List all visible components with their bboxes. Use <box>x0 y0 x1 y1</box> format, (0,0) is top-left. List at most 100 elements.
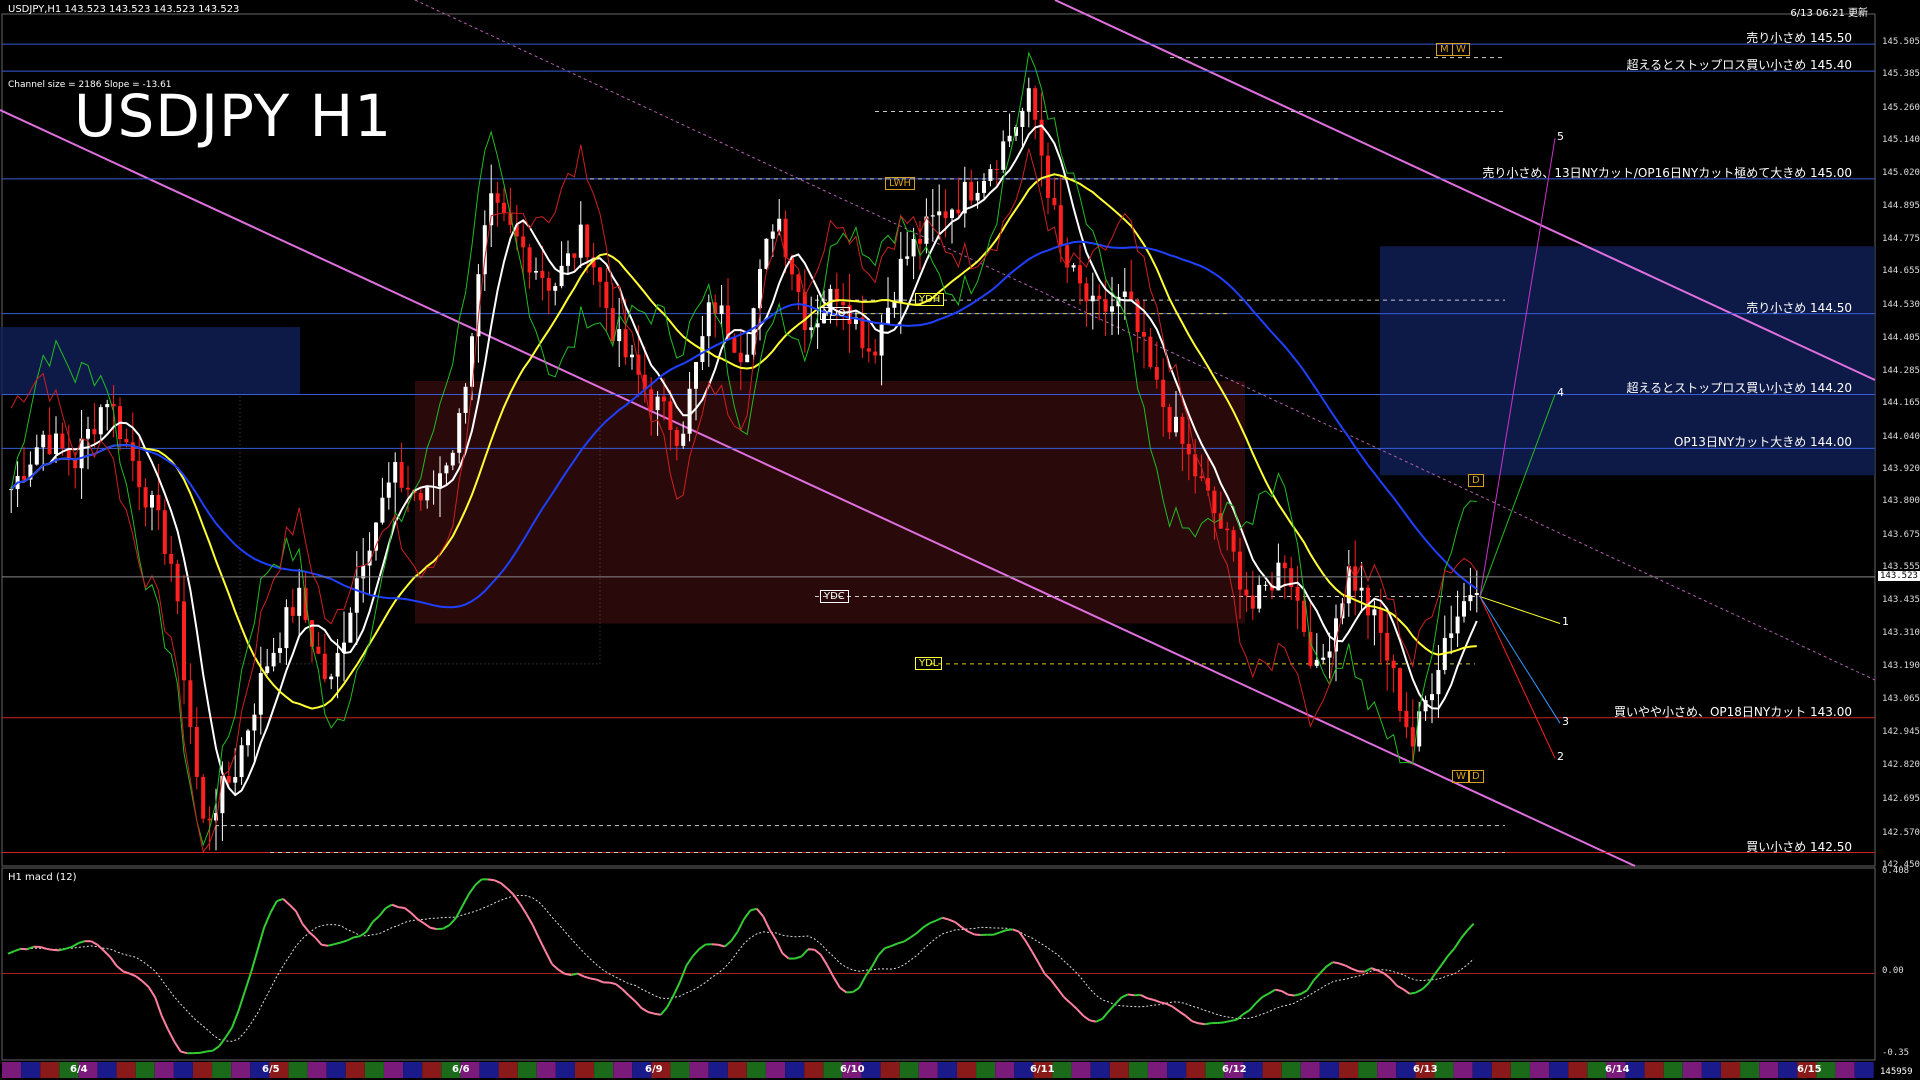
macd-seg-46 <box>295 910 304 925</box>
candle-body-42 <box>278 648 282 653</box>
current-price-tag: 143.523 <box>1878 570 1920 581</box>
macd-seg-171 <box>1095 1017 1103 1023</box>
date-label-4: 6/10 <box>840 1064 865 1075</box>
macd-seg-38 <box>243 971 253 992</box>
date-strip-cell-22 <box>422 1062 442 1078</box>
candle-body-196 <box>1263 584 1268 586</box>
macd-seg-197 <box>1261 992 1270 998</box>
date-strip-cell-89 <box>1701 1062 1721 1078</box>
date-strip-cell-93 <box>1778 1062 1798 1078</box>
candle-body-65 <box>425 487 430 501</box>
date-label-7: 6/13 <box>1413 1064 1438 1075</box>
level-label-6: 買いやや小さめ、OP18日NYカット 143.00 <box>1613 704 1852 719</box>
macd-seg-207 <box>1325 961 1334 968</box>
date-strip-cell-31 <box>594 1062 614 1078</box>
macd-seg-73 <box>467 884 477 895</box>
candle-body-164 <box>1058 205 1063 246</box>
macd-seg-17 <box>109 956 118 967</box>
date-strip-cell-41 <box>785 1062 805 1078</box>
price-tick-20: 143.065 <box>1882 694 1920 705</box>
macd-seg-1 <box>7 950 15 955</box>
candle-body-82 <box>534 271 538 273</box>
macd-seg-130 <box>832 976 841 989</box>
candle-body-106 <box>687 388 692 434</box>
macd-seg-32 <box>206 1049 213 1053</box>
candle-body-205 <box>1321 657 1326 660</box>
macd-seg-119 <box>762 915 771 930</box>
ref-label-2: YDH <box>915 293 945 307</box>
macd-seg-60 <box>385 903 393 910</box>
macd-seg-99 <box>634 1000 643 1009</box>
macd-seg-202 <box>1294 993 1302 997</box>
candle-body-18 <box>124 439 129 443</box>
candle-body-8 <box>60 433 65 449</box>
candle-body-80 <box>521 236 526 248</box>
macd-seg-165 <box>1056 988 1065 998</box>
date-strip-cell-12 <box>231 1062 251 1078</box>
macd-seg-176 <box>1127 993 1135 997</box>
candle-body-134 <box>866 348 871 352</box>
candle-body-35 <box>233 777 238 783</box>
candle-body-217 <box>1398 668 1402 711</box>
macd-seg-97 <box>621 988 630 997</box>
candle-body-93 <box>604 281 609 309</box>
candle-body-179 <box>1154 367 1159 380</box>
macd-seg-55 <box>353 935 361 939</box>
date-strip-cell-2 <box>40 1062 60 1078</box>
macd-seg-124 <box>794 955 802 960</box>
projection-label-1: 2 <box>1557 750 1564 764</box>
ref-label-5: M <box>1436 42 1453 56</box>
macd-seg-11 <box>71 942 79 948</box>
candle-body-40 <box>265 666 270 673</box>
macd-seg-100 <box>641 1007 649 1013</box>
candle-body-159 <box>1026 88 1031 111</box>
candle-body-12 <box>86 429 90 439</box>
date-strip-cell-26 <box>498 1062 518 1078</box>
macd-seg-121 <box>775 939 784 954</box>
candle-body-184 <box>1186 443 1191 455</box>
macd-seg-37 <box>237 991 246 1012</box>
price-tick-17: 143.435 <box>1882 594 1920 605</box>
price-tick-22: 142.820 <box>1882 760 1920 771</box>
price-tick-13: 143.920 <box>1882 463 1920 474</box>
candle-body-96 <box>623 329 628 358</box>
macd-seg-144 <box>922 922 931 929</box>
price-tick-14: 143.800 <box>1882 496 1920 507</box>
macd-seg-227 <box>1453 938 1462 950</box>
date-strip-cell-62 <box>1186 1062 1206 1078</box>
macd-seg-39 <box>250 949 259 973</box>
candle-body-43 <box>284 607 289 649</box>
candle-body-104 <box>674 429 679 446</box>
price-tick-3: 145.140 <box>1882 135 1920 146</box>
macd-seg-188 <box>1204 1022 1212 1026</box>
candle-body-92 <box>598 267 602 282</box>
macd-seg-78 <box>500 882 508 890</box>
date-strip-cell-50 <box>957 1062 976 1078</box>
macd-seg-52 <box>334 941 342 946</box>
macd-seg-117 <box>750 907 758 912</box>
macd-seg-95 <box>609 981 617 986</box>
update-time: 6/13 06:21 更新 <box>1790 8 1868 19</box>
date-strip-cell-60 <box>1148 1062 1167 1078</box>
level-label-2: 売り小さめ、13日NYカット/OP16日NYカット極めて大きめ 145.00 <box>1482 165 1852 180</box>
macd-seg-31 <box>199 1050 207 1054</box>
macd-seg-180 <box>1153 998 1161 1004</box>
candle-body-67 <box>438 473 442 487</box>
macd-seg-88 <box>564 972 572 976</box>
candle-body-125 <box>809 327 814 331</box>
macd-seg-45 <box>288 904 297 912</box>
date-strip-cell-77 <box>1472 1062 1492 1078</box>
macd-tick-top: 0.408 <box>1882 866 1910 876</box>
candle-body-48 <box>316 646 321 654</box>
macd-tick-bottom: -0.35 <box>1882 1048 1910 1058</box>
candle-body-23 <box>156 494 161 511</box>
candle-body-216 <box>1391 660 1396 669</box>
macd-seg-185 <box>1184 1014 1193 1022</box>
projection-label-4: 5 <box>1557 130 1564 144</box>
macd-seg-64 <box>410 912 419 920</box>
candle-body-37 <box>246 730 250 746</box>
date-strip-cell-66 <box>1262 1062 1282 1078</box>
price-tick-24: 142.570 <box>1882 827 1920 838</box>
macd-seg-219 <box>1402 988 1411 995</box>
price-tick-6: 144.775 <box>1882 233 1920 244</box>
